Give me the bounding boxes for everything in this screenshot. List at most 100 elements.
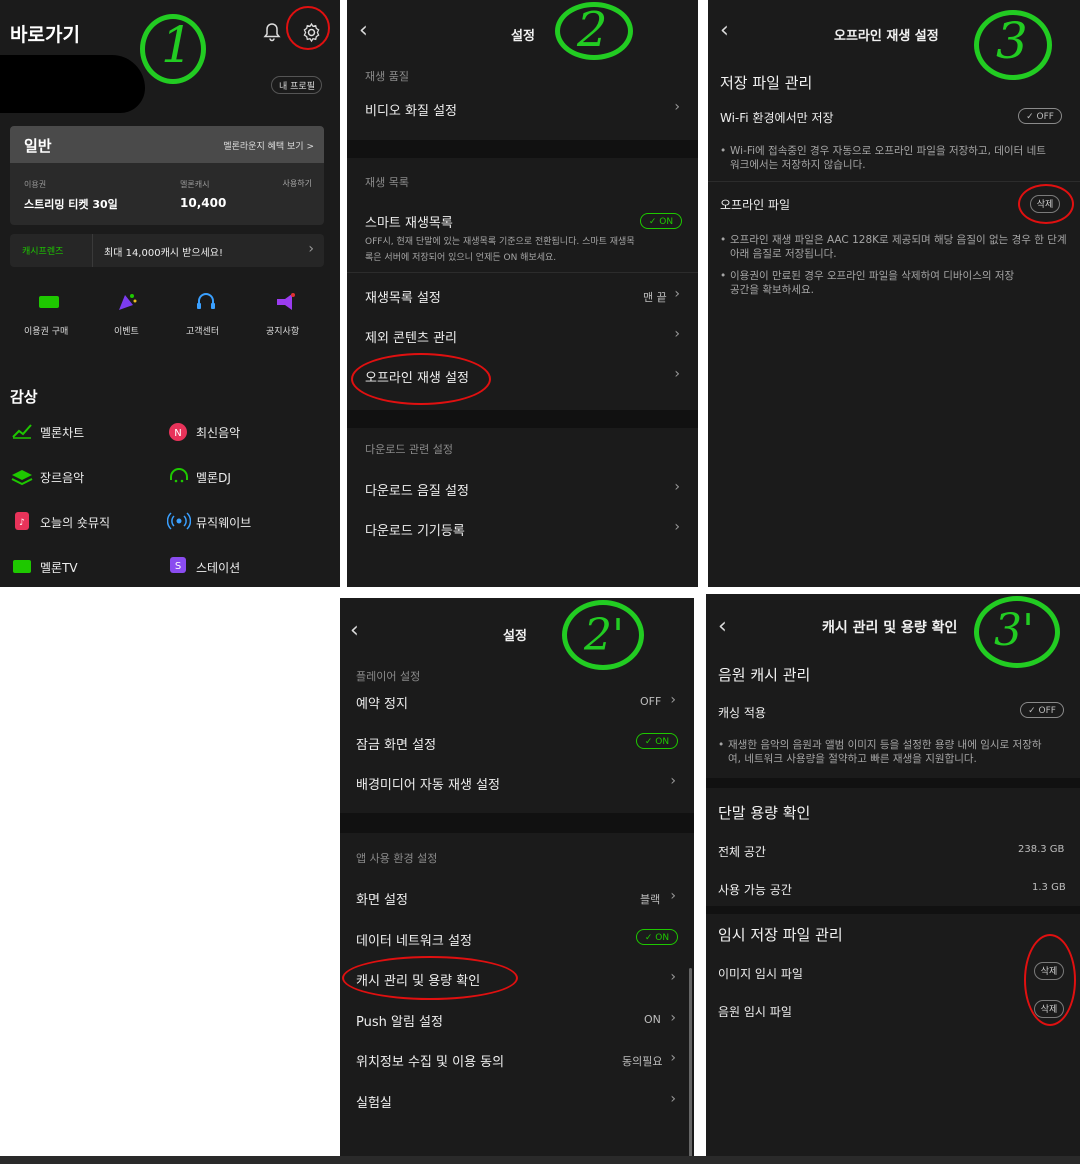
menu-melon-dj[interactable]: 멜론DJ — [196, 469, 231, 486]
shortcut-event[interactable]: 이벤트 — [114, 324, 139, 337]
ticket-value: 스트리밍 티켓 30일 — [24, 198, 118, 211]
menu-music-wave[interactable]: 뮤직웨이브 — [196, 514, 251, 531]
scrollbar[interactable] — [689, 968, 692, 1158]
menu-melon-chart[interactable]: 멜론차트 — [40, 424, 84, 441]
cache-desc: 재생한 음악의 음원과 앨범 이미지 등을 설정한 용량 내에 임시로 저장하여… — [728, 739, 1042, 765]
playlist-settings[interactable]: 재생목록 설정 — [365, 287, 441, 306]
audio-temp-file-label: 음원 임시 파일 — [718, 1005, 792, 1019]
megaphone-icon[interactable] — [274, 292, 296, 312]
station-icon: S — [170, 557, 186, 573]
bg-media-autoplay-setting[interactable]: 배경미디어 자동 재생 설정 — [356, 774, 500, 793]
chevron-right-icon: › — [670, 1050, 676, 1066]
temp-file-management: 임시 저장 파일 관리 — [718, 926, 843, 944]
genre-icon — [11, 470, 33, 486]
lab-setting[interactable]: 실험실 — [356, 1092, 392, 1111]
offline-file-label: 오프라인 파일 — [720, 198, 791, 212]
smart-playlist-desc: OFF시, 현재 단말에 있는 재생목록 기준으로 전환됩니다. 스마트 재생목… — [365, 237, 635, 263]
panel-shortcuts: 바로가기 1 내 프로필 일반 멜론라운지 혜택 보기 > 이용권 스트리밍 티… — [0, 0, 340, 587]
download-quality-settings[interactable]: 다운로드 음질 설정 — [365, 480, 469, 499]
svg-text:♪: ♪ — [19, 518, 25, 528]
free-space-value: 1.3 GB — [1032, 882, 1066, 893]
chevron-right-icon: › — [674, 366, 680, 382]
menu-latest-music[interactable]: 최신음악 — [196, 424, 240, 441]
back-arrow-icon[interactable]: ‹ — [350, 618, 359, 643]
offline-desc-2: 이용권이 만료된 경우 오프라인 파일을 삭제하여 디바이스의 저장공간을 확보… — [730, 270, 1015, 296]
back-arrow-icon[interactable]: ‹ — [359, 18, 368, 43]
location-consent-setting[interactable]: 위치정보 수집 및 이용 동의 — [356, 1051, 504, 1070]
chevron-right-icon: › — [670, 969, 676, 985]
offline-desc-bullet-2: • — [720, 270, 727, 282]
sleep-timer-value: OFF — [640, 695, 662, 708]
menu-station[interactable]: 스테이션 — [196, 559, 240, 576]
shortcut-customer-center[interactable]: 고객센터 — [186, 324, 219, 337]
audio-cache-management: 음원 캐시 관리 — [718, 666, 811, 684]
cash-friends-banner[interactable]: 캐시프렌즈 최대 14,000캐시 받으세요! › — [10, 234, 324, 267]
ticket-icon[interactable] — [38, 294, 60, 310]
cash-label: 멜론캐시 — [180, 180, 210, 189]
storage-file-management: 저장 파일 관리 — [720, 74, 813, 92]
total-space-value: 238.3 GB — [1018, 844, 1065, 855]
party-icon[interactable] — [116, 292, 138, 312]
download-device-registration[interactable]: 다운로드 기기등록 — [365, 520, 465, 539]
lounge-benefit-link[interactable]: 멜론라운지 혜택 보기 > — [223, 139, 314, 152]
bell-icon[interactable] — [262, 22, 282, 42]
back-arrow-icon[interactable]: ‹ — [718, 614, 727, 639]
menu-melon-tv[interactable]: 멜론TV — [40, 559, 78, 576]
music-wave-icon — [167, 512, 191, 530]
back-arrow-icon[interactable]: ‹ — [720, 18, 729, 43]
annotation-step-3-digit: 3 — [996, 12, 1028, 70]
panel-settings-app: ‹ 설정 2' 플레이어 설정 예약 정지 OFF › 잠금 화면 설정 ✓ O… — [340, 598, 694, 1158]
page-title: 설정 — [511, 29, 535, 44]
wifi-only-toggle[interactable]: ✓ OFF — [1018, 108, 1062, 124]
wifi-only-label: Wi-Fi 환경에서만 저장 — [720, 111, 834, 125]
chevron-right-icon: › — [674, 99, 680, 115]
section-quality: 재생 품질 — [365, 70, 409, 83]
section-gap — [706, 778, 1080, 788]
data-network-toggle[interactable]: ✓ ON — [636, 929, 678, 945]
annotation-circle-offline — [351, 353, 491, 405]
screen-setting[interactable]: 화면 설정 — [356, 889, 408, 908]
redacted-avatar-area — [0, 55, 145, 113]
lock-screen-setting: 잠금 화면 설정 — [356, 738, 437, 753]
membership-header[interactable]: 일반 멜론라운지 혜택 보기 > — [10, 126, 324, 163]
chevron-right-icon: › — [674, 479, 680, 495]
page-title: 오프라인 재생 설정 — [834, 29, 939, 44]
total-space-label: 전체 공간 — [718, 845, 766, 859]
annotation-step-2-prime-digit: 2' — [584, 610, 625, 661]
chevron-right-icon: › — [674, 519, 680, 535]
caching-apply-label: 캐싱 적용 — [718, 706, 766, 720]
annotation-circle-cache — [342, 956, 518, 1000]
menu-short-music[interactable]: 오늘의 숏뮤직 — [40, 514, 110, 531]
smart-playlist-label: 스마트 재생목록 — [365, 216, 453, 231]
tv-icon — [13, 560, 31, 573]
chevron-right-icon: › — [308, 241, 314, 257]
exclude-content-settings[interactable]: 제외 콘텐츠 관리 — [365, 327, 457, 346]
shortcut-notice[interactable]: 공지사항 — [266, 324, 299, 337]
chevron-right-icon: › — [670, 1010, 676, 1026]
use-cash-link[interactable]: 사용하기 — [283, 178, 312, 189]
section-playlist: 재생 목록 — [365, 176, 409, 189]
cache-desc-bullet: • — [718, 739, 725, 751]
chart-icon — [12, 424, 32, 439]
banner-divider — [92, 234, 93, 267]
shortcut-buy-ticket[interactable]: 이용권 구매 — [24, 324, 68, 337]
push-notification-value: ON — [644, 1013, 661, 1026]
wifi-desc-bullet: • — [720, 145, 727, 157]
headset-icon[interactable] — [195, 292, 217, 312]
chevron-right-icon: › — [674, 326, 680, 342]
menu-genre-music[interactable]: 장르음악 — [40, 469, 84, 486]
section-gap — [347, 410, 698, 428]
my-profile-button[interactable]: 내 프로필 — [271, 76, 322, 94]
offline-desc-1: 오프라인 재생 파일은 AAC 128K로 제공되며 해당 음질이 없는 경우 … — [730, 234, 1067, 260]
sleep-timer-setting[interactable]: 예약 정지 — [356, 693, 408, 712]
smart-playlist-toggle[interactable]: ✓ ON — [640, 213, 682, 229]
chevron-right-icon: › — [674, 286, 680, 302]
caching-toggle[interactable]: ✓ OFF — [1020, 702, 1064, 718]
lock-screen-toggle[interactable]: ✓ ON — [636, 733, 678, 749]
push-notification-setting[interactable]: Push 알림 설정 — [356, 1011, 443, 1030]
annotation-circle-temp-delete — [1024, 934, 1076, 1026]
video-quality-setting[interactable]: 비디오 화질 설정 — [365, 100, 457, 119]
dj-headphone-icon — [170, 468, 188, 483]
section-gap — [340, 813, 694, 833]
my-profile-label: 내 프로필 — [279, 82, 315, 92]
